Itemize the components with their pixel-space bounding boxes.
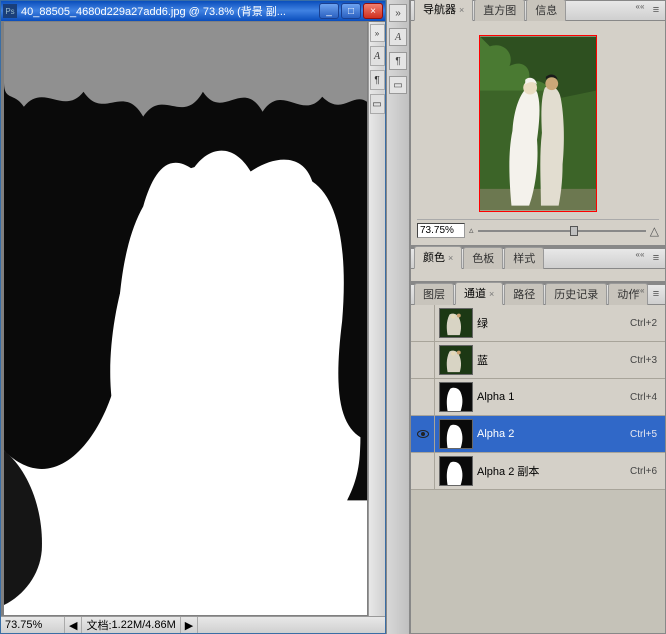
channel-shortcut: Ctrl+2	[617, 318, 665, 329]
color-panel: 颜色× 色板 样式 «« ≡	[410, 248, 666, 282]
paragraph-panel-icon[interactable]: ¶	[389, 52, 407, 70]
close-icon[interactable]: ×	[459, 5, 464, 15]
dock-expand-icon[interactable]: »	[389, 4, 407, 22]
channels-list: 绿Ctrl+2蓝Ctrl+3Alpha 1Ctrl+4Alpha 2Ctrl+5…	[411, 305, 665, 633]
visibility-toggle[interactable]	[411, 379, 435, 415]
brush-swatch-icon[interactable]: ▭	[370, 94, 385, 114]
channel-thumbnail	[439, 456, 473, 486]
status-doc-info[interactable]: 文档: 1.22M/4.86M	[82, 617, 180, 633]
channel-row[interactable]: 绿Ctrl+2	[411, 305, 665, 342]
channel-thumbnail	[439, 308, 473, 338]
layers-channels-tabs: 图层 通道× 路径 历史记录 动作 «« ≡	[411, 285, 665, 305]
document-window: Ps 40_88505_4680d229a27add6.jpg @ 73.8% …	[0, 0, 386, 634]
visibility-toggle[interactable]	[411, 305, 435, 341]
channel-shortcut: Ctrl+5	[617, 429, 665, 440]
tab-channels[interactable]: 通道×	[455, 282, 503, 305]
zoom-out-icon[interactable]: ▵	[469, 225, 474, 236]
maximize-button[interactable]: □	[341, 3, 361, 19]
dock-collapse-bar[interactable]: » A ¶ ▭	[386, 0, 410, 634]
tab-paths[interactable]: 路径	[504, 283, 544, 305]
channel-shortcut: Ctrl+6	[617, 466, 665, 477]
tab-layers[interactable]: 图层	[414, 283, 454, 305]
document-titlebar[interactable]: Ps 40_88505_4680d229a27add6.jpg @ 73.8% …	[1, 1, 385, 21]
visibility-toggle[interactable]	[411, 416, 435, 452]
tab-navigator[interactable]: 导航器×	[414, 0, 473, 21]
channel-shortcut: Ctrl+4	[617, 392, 665, 403]
channel-name: 绿	[477, 315, 617, 331]
panel-collapse-icon[interactable]: ««	[633, 250, 647, 258]
status-label: 文档:	[86, 617, 111, 633]
navigator-tabs: 导航器× 直方图 信息 «« ≡	[411, 1, 665, 21]
paragraph-tool-icon[interactable]: ¶	[370, 70, 385, 90]
tab-styles[interactable]: 样式	[504, 247, 544, 269]
photoshop-icon: Ps	[3, 4, 17, 18]
panel-collapse-icon[interactable]: ««	[633, 2, 647, 10]
channel-name: 蓝	[477, 352, 617, 368]
channel-shortcut: Ctrl+3	[617, 355, 665, 366]
navigator-panel: 导航器× 直方图 信息 «« ≡	[410, 0, 666, 246]
channel-row[interactable]: Alpha 2Ctrl+5	[411, 416, 665, 453]
channel-thumbnail	[439, 345, 473, 375]
channel-name: Alpha 1	[477, 391, 617, 403]
status-value: 1.22M/4.86M	[112, 619, 176, 631]
navigator-zoom-field[interactable]	[417, 223, 465, 238]
channel-thumbnail	[439, 419, 473, 449]
navigator-zoom-slider[interactable]	[478, 230, 646, 232]
character-panel-icon[interactable]: A	[389, 28, 407, 46]
slider-thumb[interactable]	[570, 226, 578, 236]
close-icon[interactable]: ×	[489, 289, 494, 299]
tab-histogram[interactable]: 直方图	[474, 0, 525, 21]
close-button[interactable]: ×	[363, 3, 383, 19]
channel-row[interactable]: Alpha 2 副本Ctrl+6	[411, 453, 665, 490]
tab-swatches[interactable]: 色板	[463, 247, 503, 269]
navigator-thumbnail	[480, 36, 596, 211]
minimize-button[interactable]: _	[319, 3, 339, 19]
document-title: 40_88505_4680d229a27add6.jpg @ 73.8% (背景…	[21, 3, 319, 19]
panel-menu-icon[interactable]: ≡	[649, 251, 663, 265]
tab-color[interactable]: 颜色×	[414, 246, 462, 269]
panel-menu-icon[interactable]: ≡	[649, 3, 663, 17]
document-side-toolbar: » A ¶ ▭	[368, 22, 385, 616]
brushes-panel-icon[interactable]: ▭	[389, 76, 407, 94]
channels-panel: 图层 通道× 路径 历史记录 动作 «« ≡ 绿Ctrl+2蓝Ctrl+3Alp…	[410, 284, 666, 634]
document-statusbar: 73.75% ◀ 文档: 1.22M/4.86M ▶	[1, 616, 385, 633]
text-tool-icon[interactable]: A	[370, 46, 385, 66]
document-canvas[interactable]	[4, 22, 367, 615]
tab-info[interactable]: 信息	[526, 0, 566, 21]
color-tabs: 颜色× 色板 样式 «« ≡	[411, 249, 665, 269]
alpha-channel-view	[4, 22, 367, 615]
status-arrow-right[interactable]: ▶	[181, 617, 198, 633]
zoom-in-icon[interactable]: △	[650, 224, 659, 238]
status-arrow-left[interactable]: ◀	[65, 617, 82, 633]
tab-history[interactable]: 历史记录	[545, 283, 607, 305]
visibility-toggle[interactable]	[411, 453, 435, 489]
eye-icon	[417, 428, 429, 440]
collapse-arrows-icon[interactable]: »	[370, 24, 385, 42]
channel-row[interactable]: Alpha 1Ctrl+4	[411, 379, 665, 416]
visibility-toggle[interactable]	[411, 342, 435, 378]
channel-thumbnail	[439, 382, 473, 412]
channel-name: Alpha 2 副本	[477, 463, 617, 479]
zoom-level-field[interactable]: 73.75%	[1, 617, 65, 633]
channel-row[interactable]: 蓝Ctrl+3	[411, 342, 665, 379]
panel-menu-icon[interactable]: ≡	[649, 287, 663, 301]
close-icon[interactable]: ×	[448, 253, 453, 263]
panel-collapse-icon[interactable]: ««	[633, 286, 647, 294]
navigator-preview[interactable]	[479, 35, 597, 212]
channel-name: Alpha 2	[477, 428, 617, 440]
